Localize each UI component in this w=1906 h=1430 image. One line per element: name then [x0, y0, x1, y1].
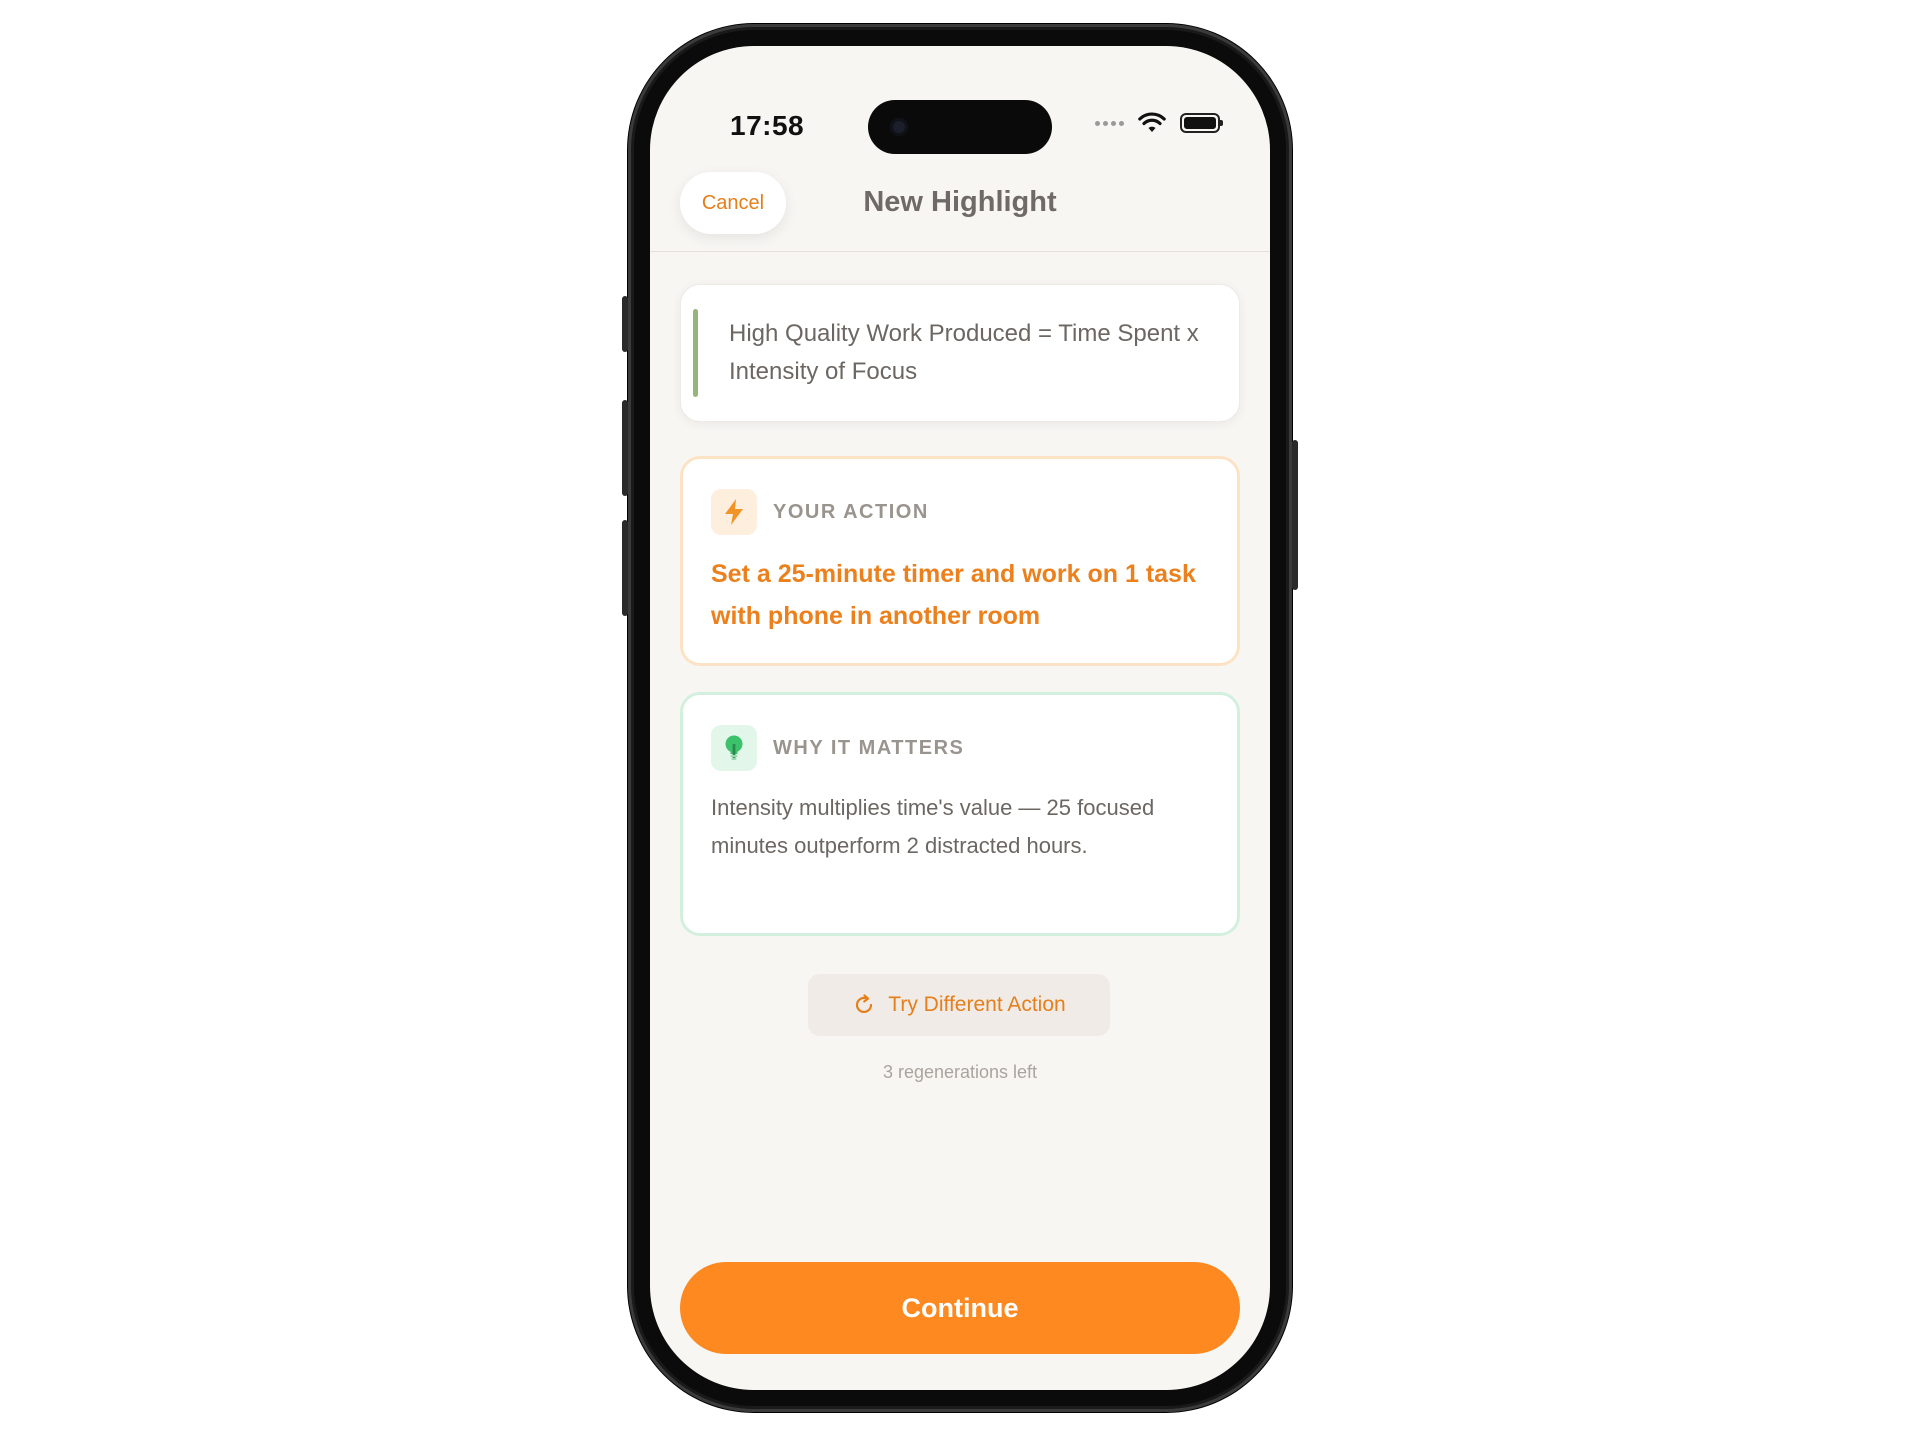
dynamic-island	[868, 100, 1052, 154]
lightbulb-icon	[711, 725, 757, 771]
why-it-matters-text: Intensity multiplies time's value — 25 f…	[711, 795, 1155, 858]
status-indicators	[1095, 112, 1223, 134]
quote-accent-bar	[693, 309, 698, 397]
highlight-quote-card: High Quality Work Produced = Time Spent …	[680, 284, 1240, 422]
why-it-matters-card: WHY IT MATTERS Intensity multiplies time…	[680, 692, 1240, 936]
phone-frame: 17:58 Cancel New Highlight High Quality …	[622, 24, 1298, 1412]
front-camera-icon	[890, 118, 908, 136]
status-time: 17:58	[730, 110, 805, 141]
your-action-header: YOUR ACTION	[711, 489, 929, 535]
action-button	[622, 296, 628, 352]
your-action-card: YOUR ACTION Set a 25-minute timer and wo…	[680, 456, 1240, 666]
volume-up-button	[622, 400, 628, 496]
refresh-icon	[856, 994, 873, 1014]
battery-icon	[1180, 113, 1223, 133]
header-divider	[650, 251, 1270, 252]
cellular-signal-icon	[1095, 120, 1124, 126]
regenerations-left-note: 3 regenerations left	[882, 1062, 1038, 1082]
try-different-action-button[interactable]: Try Different Action	[808, 974, 1110, 1036]
app-screen: 17:58 Cancel New Highlight High Quality …	[650, 46, 1270, 1390]
your-action-label: YOUR ACTION	[773, 500, 929, 523]
why-it-matters-label: WHY IT MATTERS	[773, 736, 965, 759]
try-different-action-label: Try Different Action	[888, 993, 1066, 1016]
wifi-icon	[1138, 112, 1166, 132]
highlight-quote-text: High Quality Work Produced = Time Spent …	[729, 320, 1199, 385]
why-it-matters-header: WHY IT MATTERS	[711, 725, 964, 771]
volume-down-button	[622, 520, 628, 616]
lightning-bolt-icon	[711, 489, 757, 535]
continue-button[interactable]: Continue	[680, 1262, 1240, 1354]
stage: 17:58 Cancel New Highlight High Quality …	[0, 0, 1906, 1430]
page-title: New Highlight	[863, 186, 1057, 218]
action-text: Set a 25-minute timer and work on 1 task…	[711, 560, 1196, 630]
power-button	[1292, 440, 1298, 590]
